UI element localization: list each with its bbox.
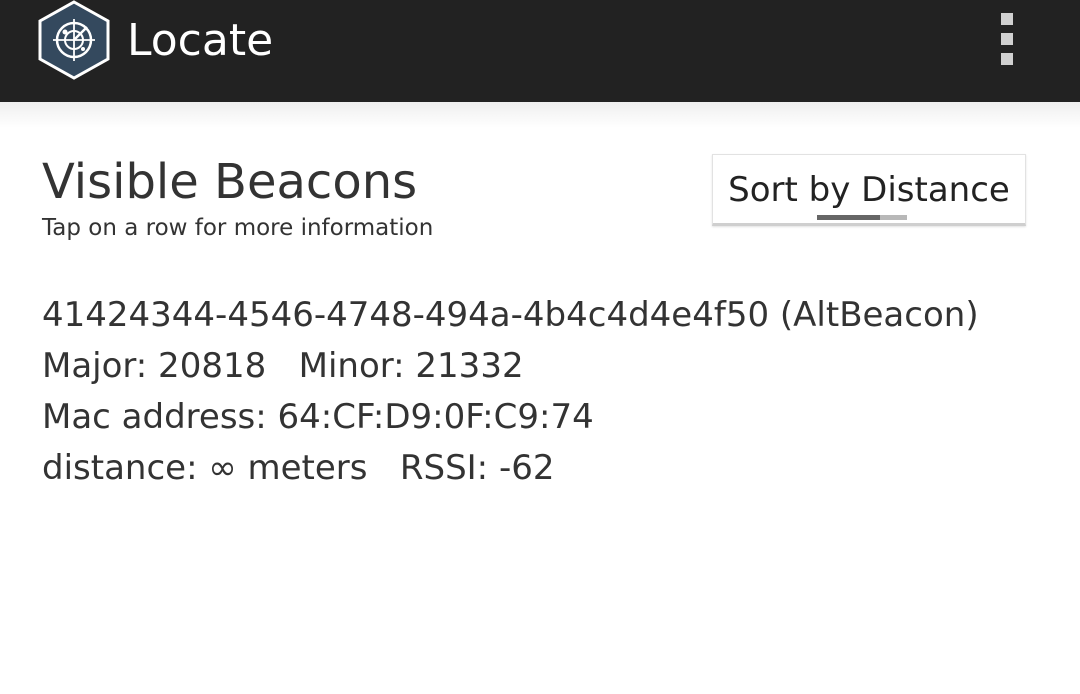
radar-hexagon-icon bbox=[37, 0, 111, 80]
sort-by-distance-button[interactable]: Sort by Distance bbox=[712, 154, 1026, 226]
menu-dot bbox=[1001, 33, 1013, 45]
page-subtitle: Tap on a row for more information bbox=[42, 215, 434, 241]
menu-dot bbox=[1001, 13, 1013, 25]
beacon-major-minor: Major: 20818 Minor: 21332 bbox=[42, 346, 524, 386]
beacon-mac-address: Mac address: 64:CF:D9:0F:C9:74 bbox=[42, 397, 594, 437]
overflow-menu-icon[interactable] bbox=[993, 8, 1021, 70]
app-bar-shadow bbox=[0, 102, 1080, 128]
page-title: Visible Beacons bbox=[42, 154, 418, 210]
beacon-distance-rssi: distance: ∞ meters RSSI: -62 bbox=[42, 448, 555, 488]
beacon-row[interactable]: 41424344-4546-4748-494a-4b4c4d4e4f50 (Al… bbox=[42, 290, 1042, 494]
menu-dot bbox=[1001, 53, 1013, 65]
sort-indicator bbox=[817, 215, 907, 220]
beacon-uuid: 41424344-4546-4748-494a-4b4c4d4e4f50 (Al… bbox=[42, 295, 979, 335]
sort-button-label: Sort by Distance bbox=[728, 170, 1010, 210]
app-bar: Locate bbox=[0, 0, 1080, 102]
app-title: Locate bbox=[127, 15, 274, 66]
